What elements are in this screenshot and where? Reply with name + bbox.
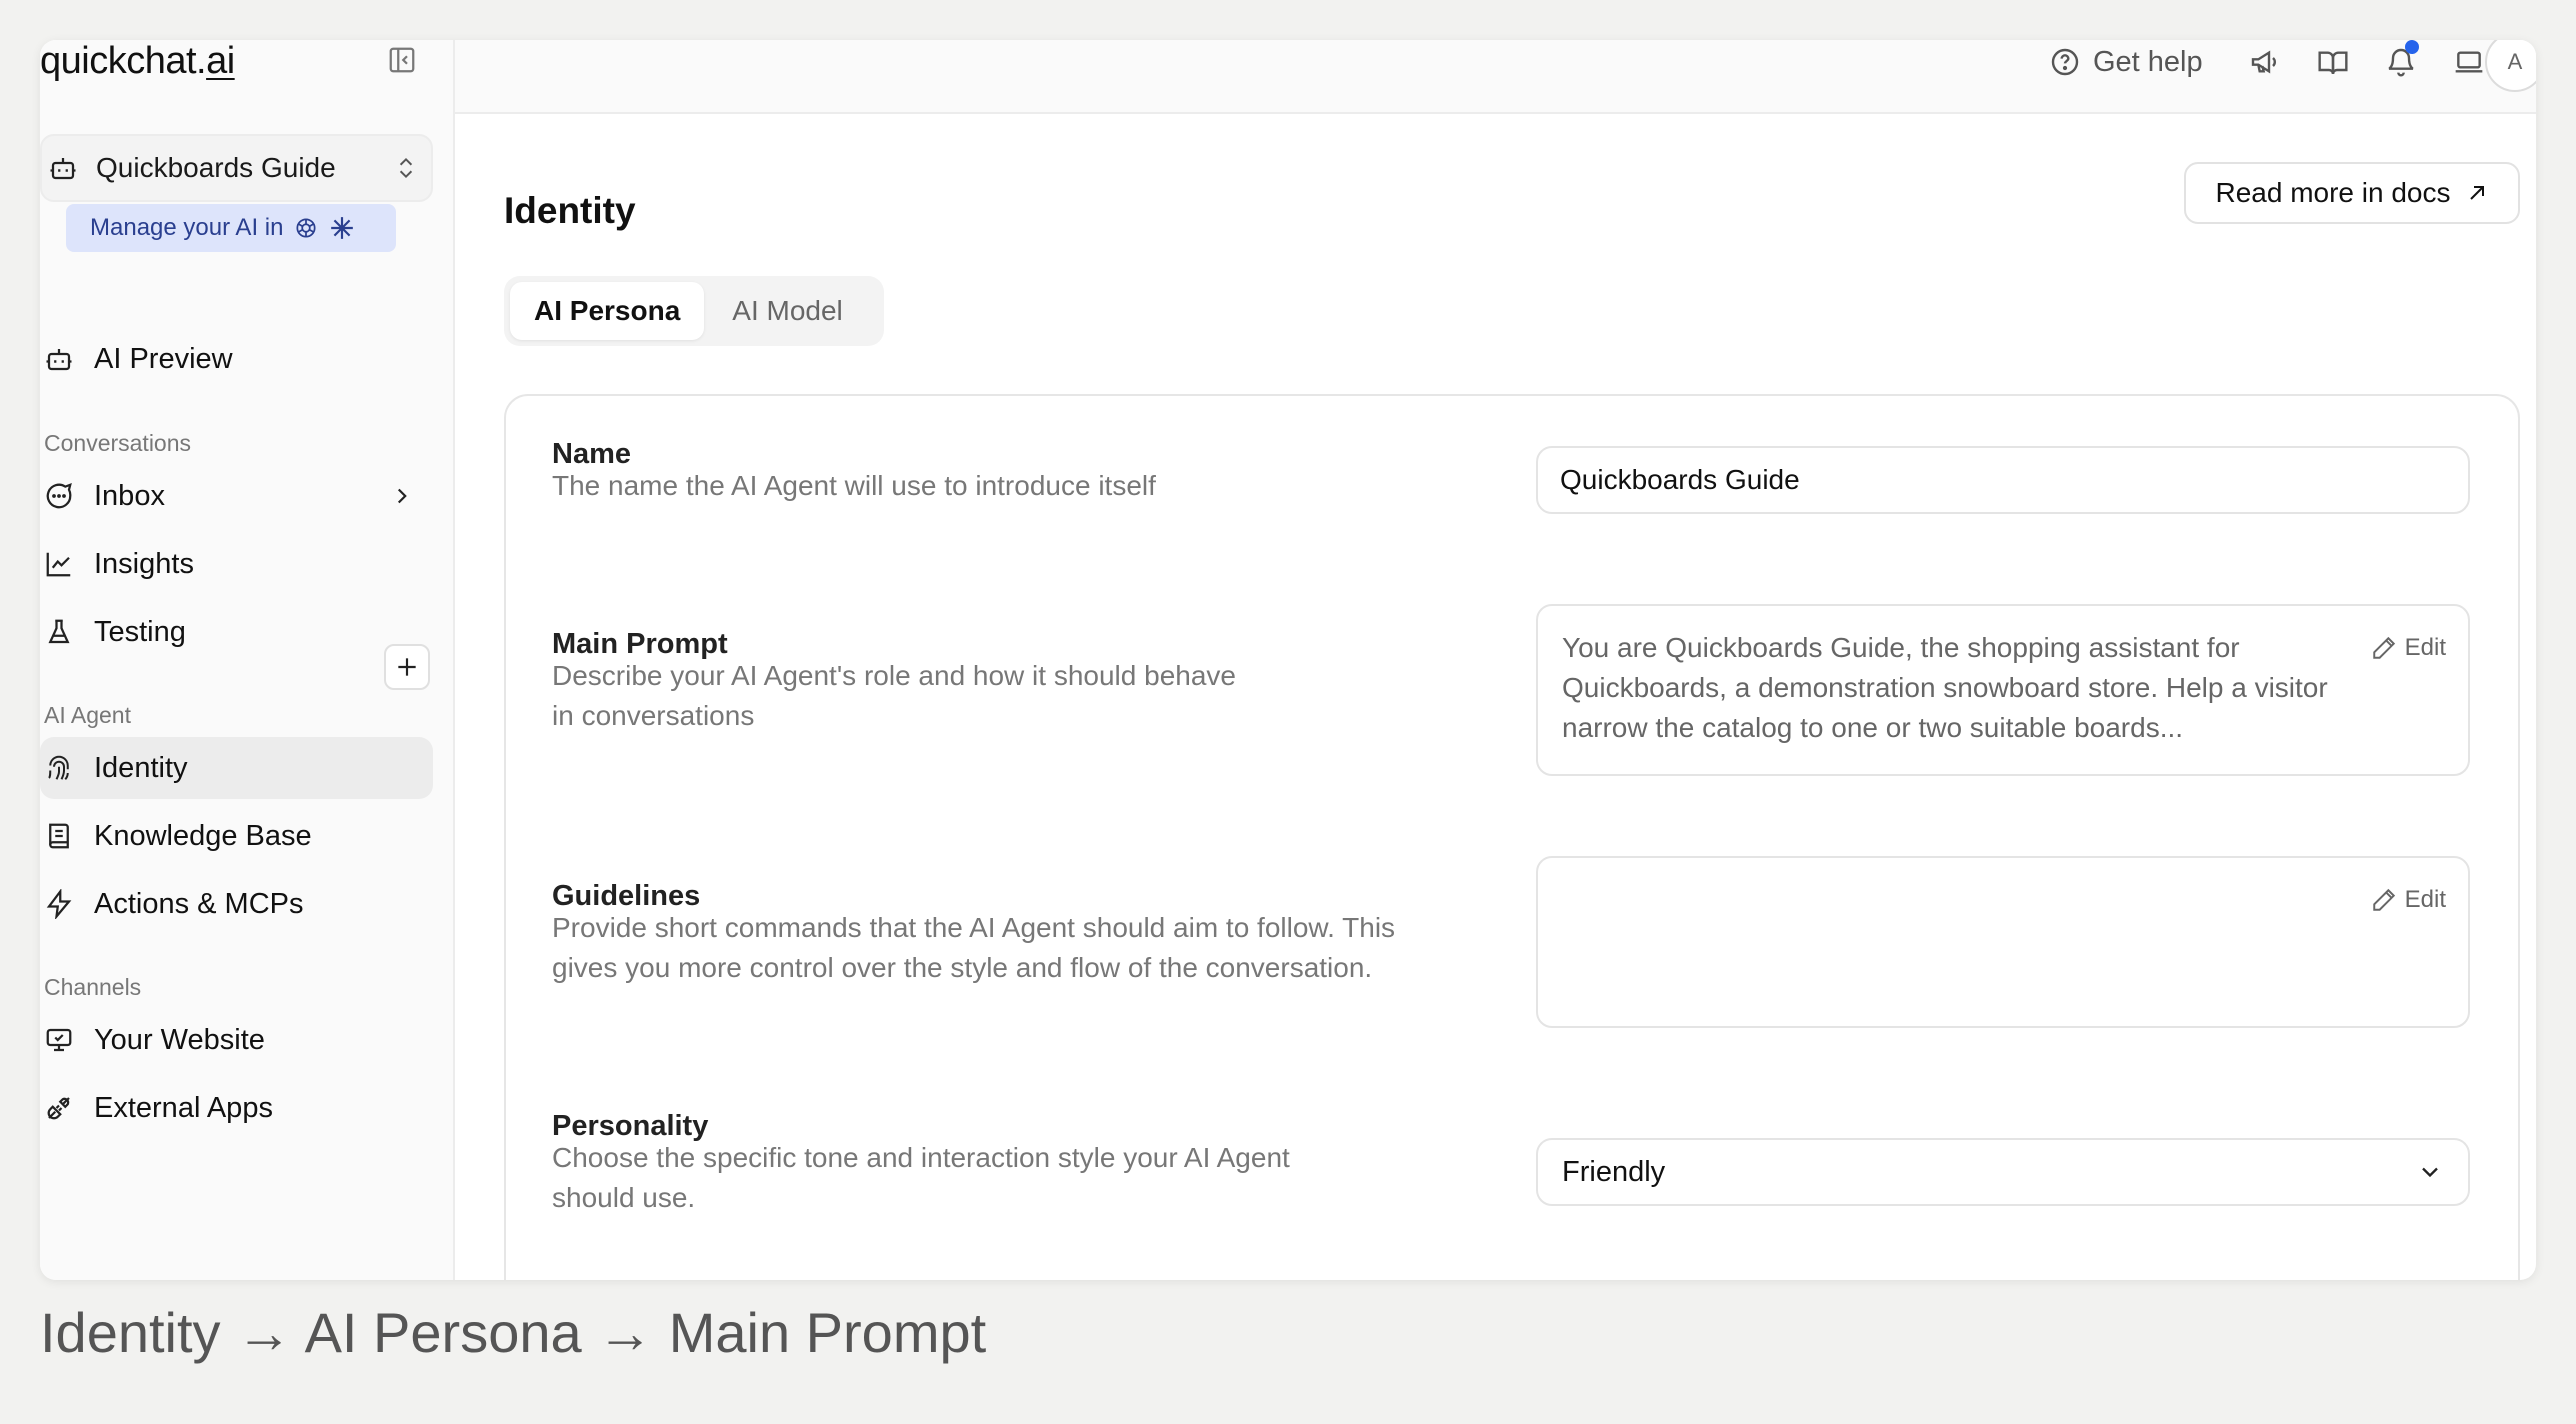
main-prompt-desc: Describe your AI Agent's role and how it…: [552, 660, 1236, 731]
read-docs-button[interactable]: Read more in docs: [2184, 162, 2520, 224]
edit-main-prompt-button[interactable]: Edit: [2371, 634, 2446, 662]
chevrons-up-down-icon: [399, 157, 413, 179]
logo[interactable]: quickchat.ai: [40, 40, 235, 82]
sidebar-item-website[interactable]: Your Website: [40, 1009, 433, 1071]
name-field-desc: The name the AI Agent will use to introd…: [552, 470, 1156, 501]
section-label-conversations: Conversations: [44, 430, 192, 456]
app-window: quickchat.ai Quickboards Guide Manage yo…: [40, 40, 2536, 1280]
guidelines-desc: Provide short commands that the AI Agent…: [552, 912, 1396, 983]
page-title: Identity: [504, 190, 636, 231]
chevron-right-icon: [397, 488, 407, 504]
main-prompt-text: You are Quickboards Guide, the shopping …: [1562, 632, 2328, 743]
sidebar-collapse-icon: [389, 47, 415, 73]
notification-dot: [2405, 40, 2419, 54]
sidebar-item-external-apps[interactable]: External Apps: [40, 1077, 433, 1139]
zap-icon: [46, 889, 72, 919]
tab-ai-persona[interactable]: AI Persona: [510, 282, 705, 340]
section-label-channels: Channels: [44, 974, 142, 1000]
persona-tabs: AI Persona AI Model: [504, 276, 884, 346]
docs-icon-button[interactable]: [2313, 42, 2353, 82]
edit-guidelines-button[interactable]: Edit: [2371, 886, 2446, 914]
personality-select[interactable]: Friendly: [1536, 1138, 2470, 1206]
book-icon: [49, 823, 69, 849]
plug-icon: [47, 1097, 70, 1120]
monitor-check-icon: [46, 1028, 72, 1052]
agent-name: Quickboards Guide: [96, 152, 336, 183]
megaphone-icon: [2251, 50, 2276, 74]
message-circle-icon: [46, 482, 72, 509]
chevron-down-icon: [2422, 1167, 2438, 1178]
plus-icon: [398, 658, 416, 676]
announcements-button[interactable]: [2245, 42, 2285, 82]
sidebar-item-inbox[interactable]: Inbox: [40, 465, 433, 527]
top-bar: Get help A: [455, 40, 2536, 114]
notifications-button[interactable]: [2381, 40, 2421, 82]
flask-icon: [48, 619, 70, 644]
arrow-up-right-icon: [2469, 186, 2484, 200]
user-avatar[interactable]: A: [2485, 40, 2536, 92]
sidebar-item-identity[interactable]: Identity: [40, 737, 433, 799]
manage-ai-pill[interactable]: Manage your AI in: [66, 204, 396, 252]
pencil-icon: [2372, 636, 2395, 659]
main-prompt-textbox[interactable]: You are Quickboards Guide, the shopping …: [1536, 604, 2470, 776]
laptop-icon: [2455, 51, 2483, 73]
add-agent-button[interactable]: [384, 644, 430, 690]
sidebar-item-ai-preview[interactable]: AI Preview: [40, 328, 433, 390]
agent-selector[interactable]: Quickboards Guide: [40, 134, 433, 202]
name-input[interactable]: Quickboards Guide: [1536, 446, 2470, 514]
personality-desc: Choose the specific tone and interaction…: [552, 1142, 1290, 1213]
breadcrumb-caption: Identity → AI Persona → Main Prompt: [40, 1301, 987, 1364]
bot-icon: [50, 158, 76, 180]
sidebar-item-actions[interactable]: Actions & MCPs: [40, 873, 433, 935]
sidebar: quickchat.ai Quickboards Guide Manage yo…: [40, 40, 455, 1280]
help-circle-icon: [2051, 48, 2079, 76]
sidebar-item-insights[interactable]: Insights: [40, 533, 433, 595]
sidebar-item-knowledge-base[interactable]: Knowledge Base: [40, 805, 433, 867]
pencil-icon: [2372, 888, 2395, 911]
collapse-sidebar-button[interactable]: [384, 42, 420, 78]
line-chart-icon: [46, 552, 71, 577]
openai-icon: [296, 218, 316, 238]
bot-icon: [46, 349, 72, 371]
book-open-icon: [2318, 51, 2348, 75]
get-help-button[interactable]: Get help: [2049, 40, 2203, 84]
fingerprint-icon: [48, 755, 69, 780]
claude-icon: [331, 217, 354, 239]
guidelines-textbox[interactable]: Edit: [1536, 856, 2470, 1028]
sidebar-item-testing[interactable]: Testing: [40, 601, 433, 663]
tab-ai-model[interactable]: AI Model: [708, 282, 867, 340]
section-label-ai-agent: AI Agent: [44, 702, 131, 728]
device-preview-button[interactable]: [2449, 42, 2489, 82]
